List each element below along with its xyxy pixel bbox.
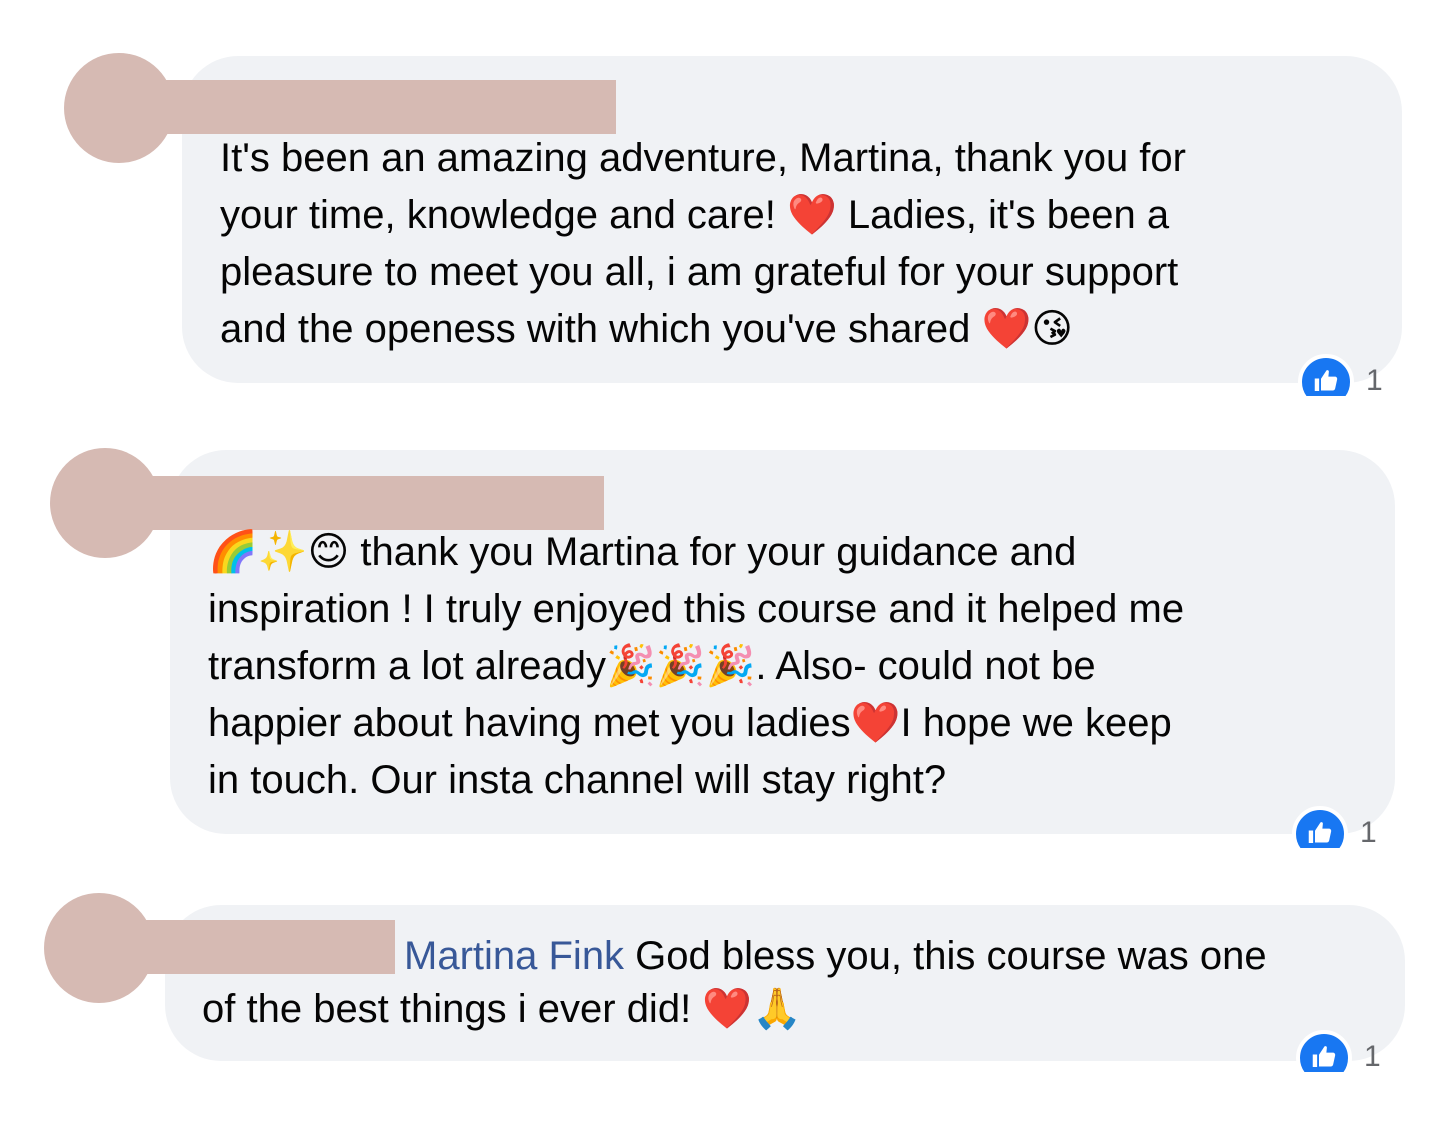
comment-text: Martina Fink God bless you, this course …: [202, 930, 1392, 1036]
like-icon: [1296, 1030, 1352, 1072]
comment-line: of the best things i ever did! ❤️🙏: [202, 987, 802, 1031]
reaction-summary[interactable]: 1: [1296, 1030, 1381, 1072]
comment-line: Martina Fink God bless you, this course …: [202, 930, 1392, 983]
comment-text-part: God bless you, this course was one: [624, 934, 1267, 978]
mention-link[interactable]: Martina Fink: [404, 934, 624, 978]
reaction-count: 1: [1364, 1040, 1381, 1072]
comment-3: Martina Fink God bless you, this course …: [0, 0, 1456, 1100]
